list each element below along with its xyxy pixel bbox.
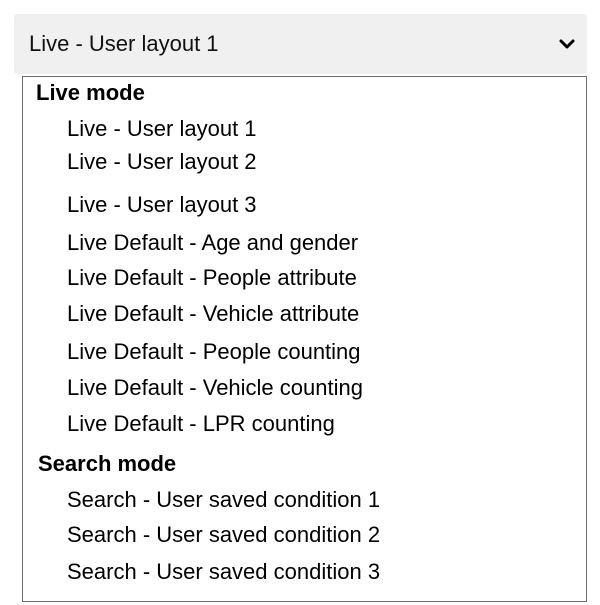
dropdown-listbox: Live mode Live - User layout 1 Live - Us… — [22, 76, 587, 602]
option-live-user-layout-1[interactable]: Live - User layout 1 — [67, 116, 257, 142]
layout-select[interactable]: Live - User layout 1 — [14, 14, 587, 74]
selected-value: Live - User layout 1 — [29, 31, 219, 56]
chevron-down-icon[interactable] — [557, 35, 577, 53]
option-search-user-condition-2[interactable]: Search - User saved condition 2 — [67, 522, 380, 548]
option-live-user-layout-3[interactable]: Live - User layout 3 — [67, 192, 257, 218]
option-live-default-people-attribute[interactable]: Live Default - People attribute — [67, 265, 357, 291]
group-label-search-mode: Search mode — [38, 451, 177, 476]
option-live-default-people-counting[interactable]: Live Default - People counting — [67, 339, 361, 365]
option-live-user-layout-2[interactable]: Live - User layout 2 — [67, 149, 257, 175]
option-live-default-vehicle-counting[interactable]: Live Default - Vehicle counting — [67, 375, 363, 401]
option-live-default-vehicle-attribute[interactable]: Live Default - Vehicle attribute — [67, 301, 359, 327]
layout-select-widget: Live - User layout 1 Live mode Live - Us… — [0, 0, 600, 605]
option-live-default-age-gender[interactable]: Live Default - Age and gender — [67, 230, 358, 256]
option-search-user-condition-3[interactable]: Search - User saved condition 3 — [67, 559, 380, 585]
option-live-default-lpr-counting[interactable]: Live Default - LPR counting — [67, 411, 335, 437]
group-label-live-mode: Live mode — [36, 80, 145, 105]
option-search-user-condition-1[interactable]: Search - User saved condition 1 — [67, 487, 380, 513]
